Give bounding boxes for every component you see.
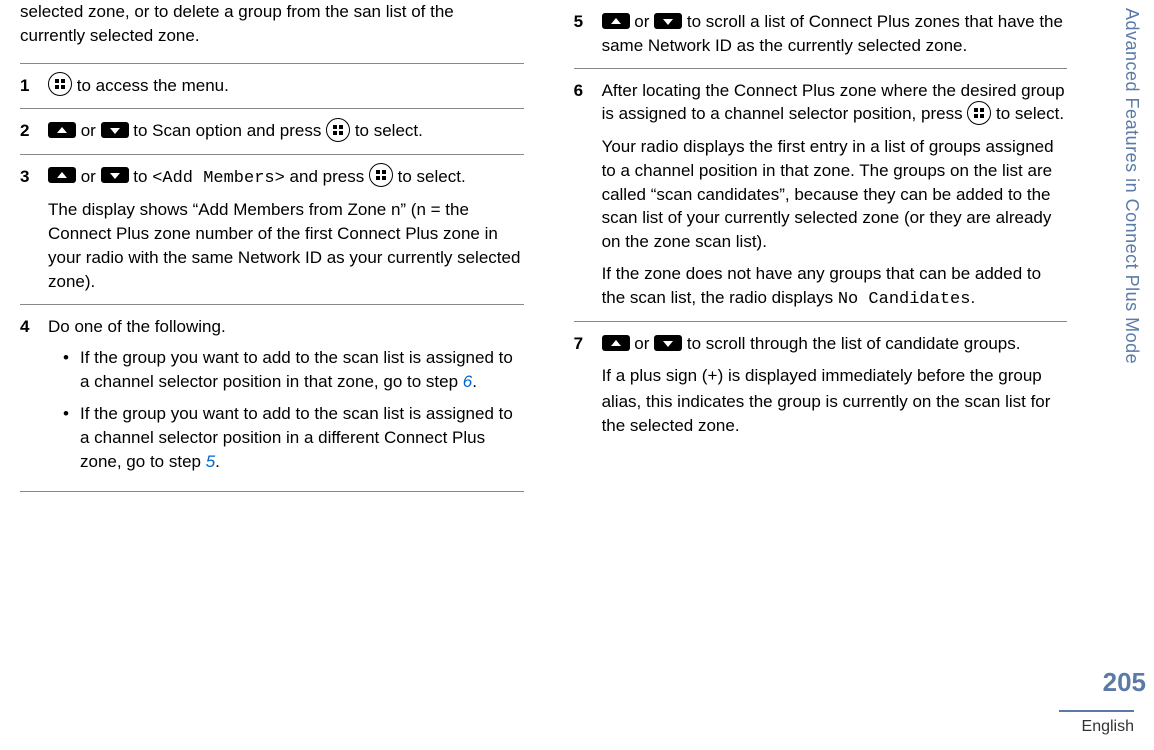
step-6: 6 After locating the Connect Plus zone w… bbox=[574, 69, 1068, 323]
section-title-vertical: Advanced Features in Connect Plus Mode bbox=[1119, 0, 1144, 364]
step-number: 2 bbox=[20, 119, 38, 144]
down-arrow-icon bbox=[101, 167, 129, 183]
right-column: 5 or to scroll a list of Connect Plus zo… bbox=[544, 0, 1068, 750]
text: to select. bbox=[393, 167, 466, 186]
step-content: Do one of the following. If the group yo… bbox=[48, 315, 524, 482]
step-5: 5 or to scroll a list of Connect Plus zo… bbox=[574, 0, 1068, 69]
step-link[interactable]: 6 bbox=[463, 372, 472, 391]
list-item: If the group you want to add to the scan… bbox=[68, 402, 524, 473]
left-column: selected zone, or to delete a group from… bbox=[20, 0, 544, 750]
intro-text: selected zone, or to delete a group from… bbox=[20, 0, 524, 48]
step-4: 4 Do one of the following. If the group … bbox=[20, 304, 524, 493]
text: If the group you want to add to the scan… bbox=[80, 404, 513, 471]
up-arrow-icon bbox=[48, 122, 76, 138]
page-container: selected zone, or to delete a group from… bbox=[0, 0, 1154, 750]
step-content: to access the menu. bbox=[48, 74, 524, 99]
step-7: 7 or to scroll through the list of candi… bbox=[574, 322, 1068, 447]
up-arrow-icon bbox=[602, 13, 630, 29]
text: . bbox=[215, 452, 220, 471]
step-content: or to <Add Members> and press to select.… bbox=[48, 165, 524, 294]
text: If a plus sign ( bbox=[602, 366, 708, 385]
step-1: 1 to access the menu. bbox=[20, 63, 524, 109]
add-members-code: <Add Members> bbox=[152, 169, 285, 188]
text: to bbox=[129, 167, 153, 186]
step-3: 3 or to <Add Members> and press to selec… bbox=[20, 154, 524, 304]
text: or bbox=[76, 121, 101, 140]
step-number: 6 bbox=[574, 79, 592, 312]
text: to scroll through the list of candidate … bbox=[682, 334, 1020, 353]
page-number: 205 bbox=[1103, 664, 1146, 700]
text: . bbox=[970, 288, 975, 307]
text: to Scan option and press bbox=[129, 121, 327, 140]
menu-icon bbox=[48, 72, 72, 96]
step-number: 7 bbox=[574, 332, 592, 437]
step-number: 4 bbox=[20, 315, 38, 482]
text: . bbox=[472, 372, 477, 391]
explain-text: Your radio displays the first entry in a… bbox=[602, 135, 1068, 254]
menu-icon bbox=[326, 118, 350, 142]
text: or bbox=[630, 12, 655, 31]
language-label: English bbox=[1059, 710, 1134, 738]
plus-sign-code: + bbox=[707, 368, 717, 387]
up-arrow-icon bbox=[48, 167, 76, 183]
bullet-list: If the group you want to add to the scan… bbox=[48, 346, 524, 473]
step-intro: Do one of the following. bbox=[48, 315, 524, 339]
step-number: 3 bbox=[20, 165, 38, 294]
text: or bbox=[76, 167, 101, 186]
step-content: or to scroll through the list of candida… bbox=[602, 332, 1068, 437]
no-candidates-code: No Candidates bbox=[838, 290, 971, 309]
step-number: 1 bbox=[20, 74, 38, 99]
text: to select. bbox=[350, 121, 423, 140]
step-content: After locating the Connect Plus zone whe… bbox=[602, 79, 1068, 312]
text: If the group you want to add to the scan… bbox=[80, 348, 513, 391]
up-arrow-icon bbox=[602, 335, 630, 351]
step-content: or to scroll a list of Connect Plus zone… bbox=[602, 10, 1068, 58]
down-arrow-icon bbox=[101, 122, 129, 138]
step-link[interactable]: 5 bbox=[206, 452, 215, 471]
text: to access the menu. bbox=[72, 76, 229, 95]
step-number: 5 bbox=[574, 10, 592, 58]
down-arrow-icon bbox=[654, 13, 682, 29]
menu-icon bbox=[967, 101, 991, 125]
list-item: If the group you want to add to the scan… bbox=[68, 346, 524, 394]
text: or bbox=[630, 334, 655, 353]
explain-text: The display shows “Add Members from Zone… bbox=[48, 198, 524, 293]
text: and press bbox=[285, 167, 369, 186]
step-content: or to Scan option and press to select. bbox=[48, 119, 524, 144]
text: to select. bbox=[991, 104, 1064, 123]
down-arrow-icon bbox=[654, 335, 682, 351]
step-2: 2 or to Scan option and press to select. bbox=[20, 108, 524, 154]
menu-icon bbox=[369, 163, 393, 187]
